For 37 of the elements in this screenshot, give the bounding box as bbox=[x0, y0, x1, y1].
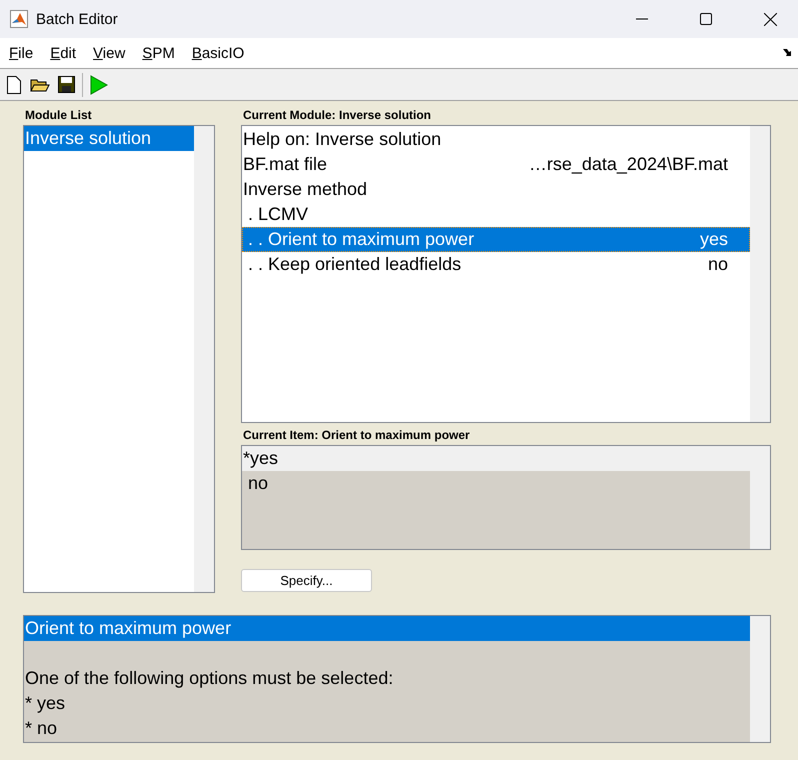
option-item[interactable]: no bbox=[242, 471, 750, 496]
close-icon bbox=[764, 12, 776, 26]
module-setting-row[interactable]: Help on: Inverse solution bbox=[242, 127, 750, 152]
menu-item[interactable]: File bbox=[9, 44, 34, 62]
scrollbar[interactable] bbox=[750, 446, 770, 549]
module-setting-row[interactable]: . LCMV bbox=[242, 202, 750, 227]
current-item-label: Current Item: Orient to maximum power bbox=[242, 427, 471, 444]
option-list[interactable]: *yes no bbox=[241, 445, 771, 550]
specify-button[interactable]: Specify... bbox=[241, 569, 372, 592]
run-button[interactable] bbox=[89, 74, 109, 96]
current-module-list[interactable]: Help on: Inverse solution BF.mat file …rse_data_2024\BF.mat Inverse method . LCMV . . Orient to maximum power yes . . Keep oriented leadfields no bbox=[241, 125, 771, 423]
dock-arrow-icon[interactable] bbox=[783, 48, 792, 56]
module-setting-row[interactable]: BF.mat file …rse_data_2024\BF.mat bbox=[242, 152, 750, 177]
scrollbar[interactable] bbox=[194, 126, 214, 592]
window-title: Batch Editor bbox=[36, 10, 119, 28]
current-module-label: Current Module: Inverse solution bbox=[242, 107, 432, 124]
module-setting-row[interactable]: . . Keep oriented leadfields no bbox=[242, 252, 750, 277]
help-text: One of the following options must be selected: bbox=[24, 667, 394, 690]
option-item[interactable]: *yes bbox=[242, 446, 750, 471]
menu-item[interactable]: View bbox=[93, 44, 126, 62]
module-setting-row[interactable]: . . Orient to maximum power yes bbox=[242, 227, 750, 252]
help-text: * no bbox=[24, 717, 58, 740]
menu-item[interactable]: BasicIO bbox=[192, 44, 244, 62]
module-setting-row[interactable]: Inverse method bbox=[242, 177, 750, 202]
maximize-icon bbox=[700, 13, 712, 25]
help-text: * yes bbox=[24, 692, 66, 715]
menu-item[interactable]: SPM bbox=[142, 44, 175, 62]
menu-item[interactable]: Edit bbox=[50, 44, 76, 62]
app-logo-icon bbox=[10, 10, 28, 28]
module-list-label: Module List bbox=[24, 107, 93, 124]
module-list[interactable]: Inverse solution bbox=[23, 125, 215, 593]
help-title: Orient to maximum power bbox=[24, 616, 750, 641]
scrollbar[interactable] bbox=[750, 126, 770, 422]
scrollbar[interactable] bbox=[750, 616, 770, 742]
save-button[interactable] bbox=[56, 74, 76, 96]
new-file-button[interactable] bbox=[4, 74, 24, 96]
module-list-item[interactable]: Inverse solution bbox=[24, 126, 194, 151]
